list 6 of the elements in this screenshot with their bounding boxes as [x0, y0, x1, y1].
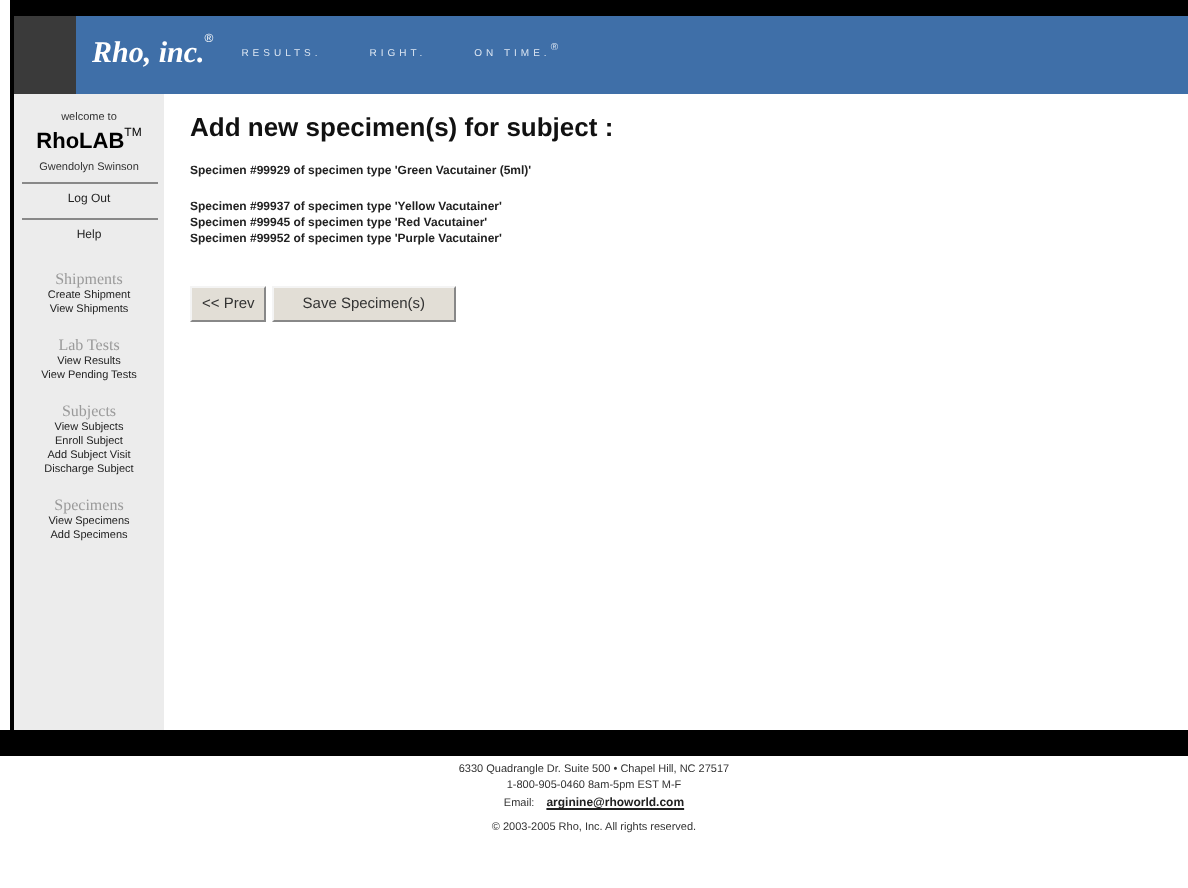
section-heading: Specimens	[54, 496, 124, 516]
section-heading: Shipments	[55, 270, 123, 290]
page-title: Add new specimen(s) for subject :	[190, 110, 616, 146]
section-heading: Lab Tests	[58, 336, 120, 356]
header-corner-block	[14, 16, 76, 94]
section-heading: Subjects	[61, 402, 117, 422]
